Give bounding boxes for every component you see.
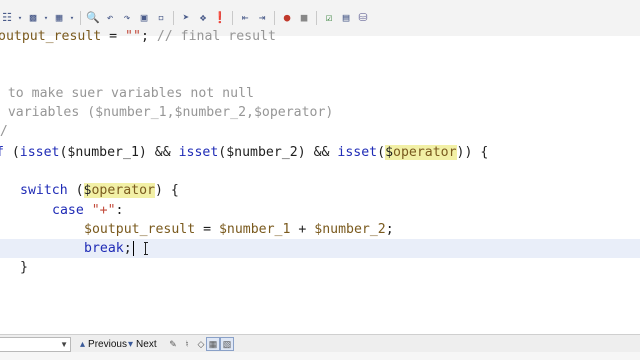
code-token: ($number_2)	[218, 145, 306, 160]
find-next-icon[interactable]: ↷	[120, 11, 134, 25]
find-next-label: Next	[136, 338, 157, 350]
select-all-icon[interactable]: ✎	[166, 337, 180, 351]
code-line: switch ($operator) {	[20, 181, 179, 200]
toggle-bookmark-icon[interactable]: ➤	[179, 11, 193, 25]
code-comment: */	[0, 124, 8, 139]
code-token: (	[67, 183, 84, 198]
code-token: =	[195, 222, 219, 237]
database-icon[interactable]: ⛁	[356, 11, 370, 25]
code-line: case "+":	[52, 201, 124, 220]
code-comment: * to make suer variables not null	[0, 86, 254, 101]
code-line: break;	[84, 239, 134, 258]
check-icon[interactable]: ☑	[322, 11, 336, 25]
open-file-icon[interactable]: ☷	[0, 11, 14, 25]
toolbar-separator	[274, 11, 275, 25]
shift-right-icon[interactable]: ⇥	[255, 11, 269, 25]
code-comment: * variables ($number_1,$number_2,$operat…	[0, 105, 334, 120]
code-keyword: isset	[337, 145, 378, 160]
match-case-icon[interactable]: ♮	[180, 337, 194, 351]
code-line: }	[20, 260, 28, 275]
code-token: ) {	[155, 183, 179, 198]
arrow-down-icon: ▾	[128, 338, 134, 350]
code-token: (	[377, 145, 386, 160]
dropdown-icon[interactable]: ▾	[17, 11, 23, 25]
code-token: ;	[140, 29, 157, 44]
code-token: &&	[146, 145, 179, 160]
comment-icon[interactable]: ▤	[339, 11, 353, 25]
code-keyword: case	[52, 203, 84, 218]
dropdown-icon[interactable]: ▾	[43, 11, 49, 25]
toolbar-separator	[316, 11, 317, 25]
code-token: ($number_1)	[59, 145, 147, 160]
code-keyword: break	[84, 241, 124, 256]
code-keyword: isset	[19, 145, 60, 160]
code-keyword: isset	[178, 145, 219, 160]
shift-left-icon[interactable]: ⇤	[238, 11, 252, 25]
code-token: ;	[123, 241, 132, 256]
code-token: +	[290, 222, 315, 237]
code-keyword: switch	[20, 183, 68, 198]
code-token: operator	[393, 145, 457, 160]
previous-bookmark-icon[interactable]: ❖	[196, 11, 210, 25]
code-token: {	[472, 145, 489, 160]
find-next-button[interactable]: ▾ Next	[128, 337, 157, 351]
code-token: &&	[305, 145, 338, 160]
code-token: output_result	[0, 29, 102, 44]
find-bar: ▼ ▴ Previous ▾ Next ✎ ♮ ◇ ▦ ▧	[0, 334, 640, 353]
start-macro-icon[interactable]: ●	[280, 11, 294, 25]
toggle-icon[interactable]: ▦	[52, 11, 66, 25]
toolbar-separator	[232, 11, 233, 25]
arrow-up-icon: ▴	[80, 338, 86, 350]
occurrence-highlight: $operator	[385, 145, 457, 160]
code-line: output_result = ""; // final result	[0, 27, 276, 46]
find-input[interactable]: ▼	[0, 337, 71, 352]
code-line: $output_result = $number_1 + $number_2;	[84, 220, 394, 239]
code-token: (	[3, 145, 20, 160]
occurrence-highlight: $operator	[83, 183, 156, 198]
code-string: "+"	[91, 203, 116, 218]
code-comment: // final result	[156, 29, 276, 44]
stop-macro-icon[interactable]: ■	[297, 11, 311, 25]
code-token: ""	[125, 29, 141, 44]
ibeam-cursor-icon	[144, 242, 148, 255]
save-icon[interactable]: ▩	[26, 11, 40, 25]
toolbar-row: ☷ ▾ ▩ ▾ ▦ ▾ 🔍 ↶ ↷ ▣ ▫ ➤ ❖ ❗ ⇤ ⇥ ● ■ ☑ ▤ …	[0, 10, 373, 26]
code-token: ))	[456, 145, 473, 160]
next-bookmark-icon[interactable]: ❗	[213, 11, 227, 25]
code-variable: $number_2	[314, 222, 386, 237]
highlight-results-icon[interactable]: ▧	[220, 337, 234, 351]
code-variable: $output_result	[84, 222, 196, 237]
replace-icon[interactable]: ▫	[154, 11, 168, 25]
find-selection-icon[interactable]: ▣	[137, 11, 151, 25]
code-editor[interactable]: output_result = ""; // final result /* *…	[0, 29, 640, 334]
find-icon[interactable]: 🔍	[86, 11, 100, 25]
toolbar-separator	[80, 11, 81, 25]
regex-icon[interactable]: ▦	[206, 337, 220, 351]
text-caret	[132, 240, 134, 256]
dropdown-icon[interactable]: ▾	[69, 11, 75, 25]
code-line: if (isset($number_1) && isset($number_2)…	[0, 143, 488, 162]
toolbar-separator	[173, 11, 174, 25]
status-strip	[0, 352, 640, 360]
find-previous-label: Previous	[88, 338, 127, 350]
code-token: =	[101, 29, 126, 44]
code-token: ;	[385, 222, 394, 237]
code-token: :	[115, 203, 124, 218]
code-token: $	[385, 145, 394, 160]
chevron-down-icon[interactable]: ▼	[60, 338, 68, 351]
find-previous-button[interactable]: ▴ Previous	[80, 337, 127, 351]
find-previous-icon[interactable]: ↶	[103, 11, 117, 25]
code-token: operator	[91, 183, 156, 198]
code-variable: $number_1	[218, 222, 291, 237]
